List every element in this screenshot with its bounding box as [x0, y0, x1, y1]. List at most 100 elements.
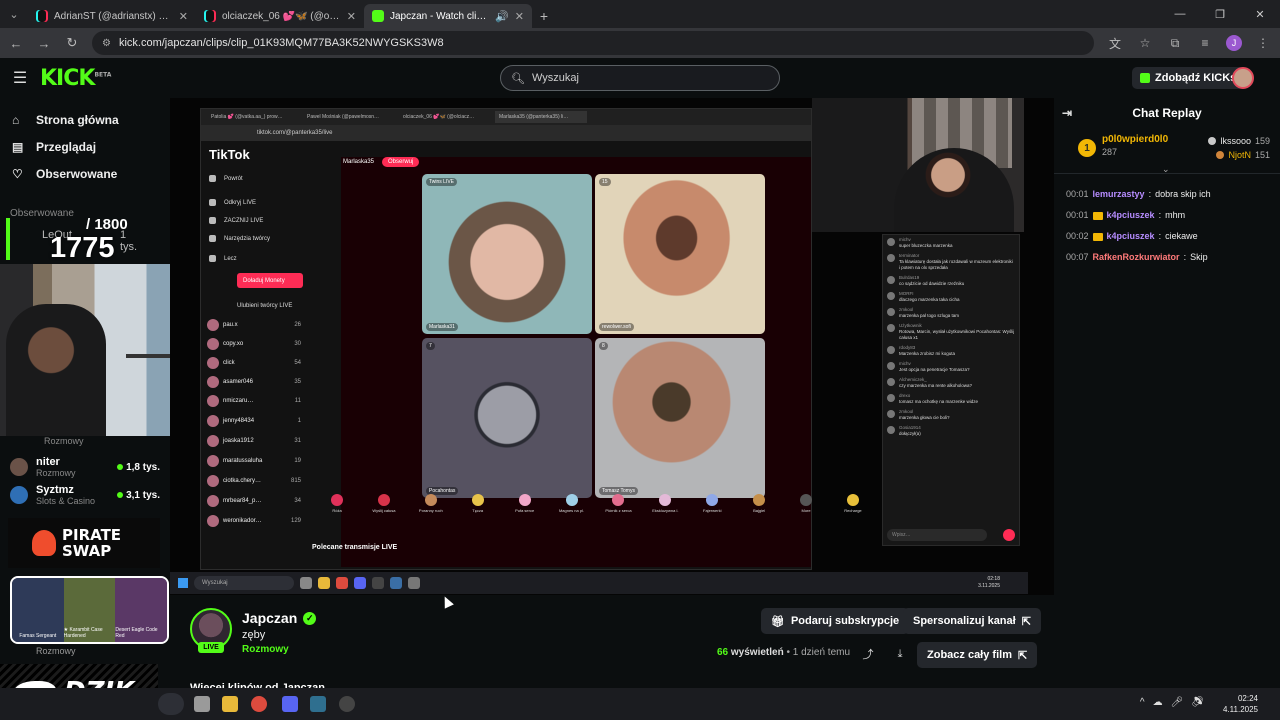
chat-text: Jest opcja na penetracje Tomasza?	[899, 367, 970, 372]
clip-video-player[interactable]: Patolia 💕 (@vatka.aa_) prow… Pawel Mośni…	[170, 98, 1054, 595]
more-icon	[800, 494, 813, 506]
app-icon[interactable]	[310, 696, 326, 712]
folder-icon[interactable]	[222, 696, 238, 712]
tiktok-user: pau.x 26	[207, 319, 301, 331]
captured-search: Wyszukaj	[194, 576, 294, 590]
close-icon[interactable]: ✕	[179, 10, 188, 23]
tiktok-nav-label: Odkryj LIVE	[224, 199, 257, 206]
sidebar-item-following[interactable]: ♡ Obserwowane	[0, 160, 170, 187]
translate-icon[interactable]: 文	[1106, 35, 1124, 52]
rose-icon	[331, 494, 343, 506]
forward-icon[interactable]: →	[36, 36, 52, 51]
gift-subscription-button[interactable]: 🎁︎ Podaruj subskrypcje	[761, 608, 910, 634]
close-icon[interactable]: ✕	[515, 10, 524, 23]
heart-icon	[1003, 529, 1015, 541]
message-time: 00:01	[1066, 210, 1089, 220]
profile-avatar[interactable]: J	[1226, 35, 1242, 51]
browser-tab-2[interactable]: olciaczek_06 💕🦋 (@olciacze… ✕	[196, 4, 364, 28]
gift-label: Pufa serce	[515, 508, 535, 513]
channel-name[interactable]: Japczan ✓	[242, 610, 317, 626]
avatar	[887, 254, 895, 262]
gift-label: More	[801, 508, 811, 513]
channel-category: Rozmowy	[36, 468, 76, 478]
tiktok-user-name: copy.xo	[223, 341, 244, 347]
list-item[interactable]: Rozmowy	[10, 436, 160, 446]
gift-bar: Róża Wyślij całusa Poranny ruch Tęcza Pu…	[312, 494, 878, 528]
message-user[interactable]: RafkenRozkurwiator	[1093, 250, 1180, 265]
leaderboard-row: NjotN 151	[1208, 148, 1270, 162]
close-window-icon[interactable]: ✕	[1240, 0, 1280, 28]
pirate-swap-sponsor: PIRATE SWAP	[8, 518, 160, 568]
recommended-label: Polecane transmisje LIVE	[312, 544, 398, 551]
tiktok-nav-item: Lecz	[209, 255, 237, 262]
message-user[interactable]: lemurzastyy	[1093, 187, 1145, 202]
captured-tab: olciaczek_06 💕🦋 (@olciacz…	[403, 114, 475, 120]
tiktok-user: click 54	[207, 357, 301, 369]
chat-text: tomasz ma ochotkę na marzenke widze	[899, 399, 979, 404]
get-kicks-button[interactable]: Zdobądź KICKs	[1132, 67, 1245, 89]
gift-leaderboard: 1 p0l0wpierd0l0 287 lkssooo 159 NjotN 151 …	[1054, 128, 1280, 174]
user-avatar[interactable]	[1232, 67, 1254, 89]
menu-kebab-icon[interactable]: ⋮	[1254, 36, 1272, 50]
channel-name: niter	[36, 456, 60, 468]
extensions-icon[interactable]: ⧉	[1166, 36, 1184, 51]
site-info-icon[interactable]: ⚙	[102, 38, 111, 49]
taskbar-clock[interactable]: 02:24 4.11.2025	[1223, 693, 1258, 715]
reload-icon[interactable]: ↻	[64, 35, 80, 51]
kick-logo[interactable]: KICKBETA	[40, 66, 111, 91]
message-user[interactable]: k4pciuszek	[1107, 208, 1155, 223]
minimize-icon[interactable]: —	[1160, 0, 1200, 28]
goal-bar	[6, 218, 10, 260]
gift-item: Recharge	[834, 494, 872, 528]
external-link-icon: ⇱	[1021, 615, 1031, 628]
customize-channel-button[interactable]: Spersonalizuj kanał ⇱	[903, 608, 1041, 634]
taskbar-search[interactable]	[158, 693, 184, 715]
search-placeholder: Wyszukaj	[531, 72, 579, 84]
tab-search-icon[interactable]: ⌄	[0, 0, 28, 28]
avatar	[207, 435, 219, 447]
chat-message: 00:01 lemurzastyy: dobra skip ich	[1054, 184, 1280, 205]
discord-icon[interactable]	[282, 696, 298, 712]
back-icon[interactable]: ←	[8, 36, 24, 51]
tab-list-icon[interactable]: ≡	[1196, 36, 1214, 50]
gift-item: Pufa serce	[506, 494, 544, 528]
obs-icon[interactable]	[339, 696, 355, 712]
clip-category[interactable]: Rozmowy	[242, 644, 289, 655]
restore-icon[interactable]: ❐	[1200, 0, 1240, 28]
watch-full-video-button[interactable]: Zobacz cały film ⇱	[917, 642, 1038, 668]
list-item[interactable]: niter Rozmowy 1,8 tys.	[10, 456, 160, 478]
sidebar-item-browse[interactable]: ▤ Przeglądaj	[0, 133, 170, 160]
system-tray-icons[interactable]: ^☁🎤︎🔊︎	[1140, 697, 1212, 708]
hamburger-menu-icon[interactable]: ☰	[0, 68, 40, 88]
share-icon[interactable]: ⤴	[860, 646, 876, 662]
tiktok-sidebar: TikTok Powrót Odkryj LIVE ZACZNIJ LIVE N…	[201, 141, 307, 571]
avatar	[207, 357, 219, 369]
speaker-icon[interactable]: 🔊	[495, 10, 509, 23]
avatar	[887, 378, 895, 386]
new-tab-button[interactable]: +	[532, 4, 556, 28]
taskbar-time: 02:24	[1237, 694, 1258, 703]
leaderboard-value: 159	[1254, 136, 1270, 146]
list-item[interactable]: Syztmz Slots & Casino 3,1 tys.	[10, 484, 160, 506]
close-icon[interactable]: ✕	[347, 10, 356, 23]
collapse-chat-icon[interactable]: ⇥	[1062, 106, 1072, 120]
skin-card: ★ Karambit Case Hardened	[63, 578, 116, 642]
task-view-icon[interactable]	[194, 696, 210, 712]
url-input[interactable]: ⚙ kick.com/japczan/clips/clip_01K93MQM77…	[92, 31, 1094, 55]
browser-tab-1[interactable]: AdrianST (@adrianstx) prowadz… ✕	[28, 4, 196, 28]
tiktok-user-count: 34	[294, 498, 301, 504]
message-user[interactable]: k4pciuszek	[1107, 229, 1155, 244]
expand-leaderboard-icon[interactable]: ⌄	[1162, 164, 1170, 175]
sidebar-item-home[interactable]: ⌂ Strona główna	[0, 106, 170, 133]
avatar	[207, 515, 219, 527]
bookmark-star-icon[interactable]: ☆	[1136, 36, 1154, 50]
browser-tab-3[interactable]: Japczan - Watch clips on Ki… 🔊 ✕	[364, 4, 532, 28]
chrome-icon[interactable]	[251, 696, 267, 712]
sidebar-item-label: Przeglądaj	[36, 139, 97, 154]
beta-tag: BETA	[94, 71, 112, 79]
goal-current: 1775	[50, 232, 115, 264]
download-icon[interactable]: ⤓	[892, 646, 908, 662]
search-input[interactable]: 🔍︎ Wyszukaj	[500, 65, 780, 91]
search-icon: 🔍︎	[511, 72, 525, 85]
obs-icon	[372, 577, 384, 589]
